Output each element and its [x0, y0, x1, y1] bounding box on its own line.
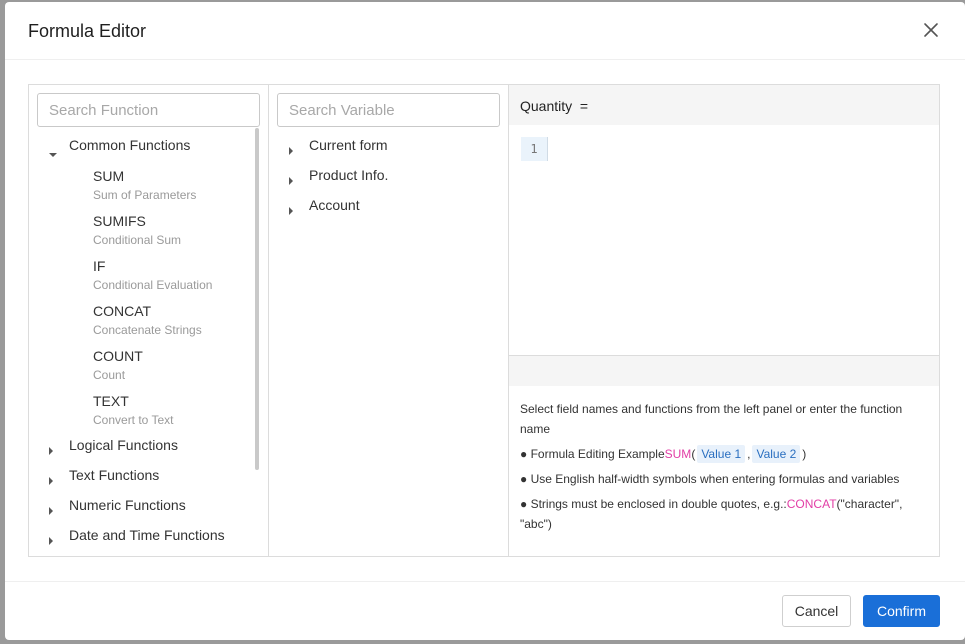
- search-function-input[interactable]: [37, 93, 260, 127]
- function-item-sumifs[interactable]: SUMIFS Conditional Sum: [93, 213, 253, 247]
- chevron-right-icon: [289, 207, 293, 215]
- group-label: Text Functions: [69, 467, 160, 483]
- chevron-down-icon: [49, 153, 57, 157]
- tip-strings-prefix: ● Strings must be enclosed in double quo…: [520, 497, 787, 511]
- example-close-paren: ): [802, 447, 807, 461]
- function-name: IF: [93, 258, 106, 274]
- confirm-button[interactable]: Confirm: [863, 595, 940, 627]
- dialog-header: Formula Editor: [5, 2, 965, 60]
- function-name: SUMIFS: [93, 213, 146, 229]
- group-label: Product Info.: [309, 167, 389, 183]
- dialog-title: Formula Editor: [28, 21, 147, 41]
- function-name: COUNT: [93, 348, 143, 364]
- group-label: Current form: [309, 137, 388, 153]
- formula-panel: Quantity = 1 Select field names and func…: [509, 85, 939, 556]
- variable-group-current-form[interactable]: Current form: [269, 133, 507, 159]
- function-item-concat[interactable]: CONCAT Concatenate Strings: [93, 303, 253, 337]
- chevron-right-icon: [49, 507, 53, 515]
- editor-body: Common Functions SUM Sum of Parameters S…: [28, 84, 940, 557]
- formula-status-strip: [509, 356, 939, 386]
- cancel-button[interactable]: Cancel: [782, 595, 851, 627]
- help-intro: Select field names and functions from th…: [520, 402, 903, 436]
- chevron-right-icon: [289, 147, 293, 155]
- function-item-text[interactable]: TEXT Convert to Text: [93, 393, 253, 427]
- chevron-right-icon: [49, 477, 53, 485]
- formula-help: Select field names and functions from th…: [520, 399, 925, 539]
- function-desc: Sum of Parameters: [93, 188, 197, 202]
- group-label: Date and Time Functions: [69, 527, 225, 543]
- function-desc: Convert to Text: [93, 413, 174, 427]
- formula-code-editor[interactable]: 1: [509, 125, 939, 356]
- group-text-functions[interactable]: Text Functions: [29, 463, 255, 489]
- example-open-paren: (: [691, 447, 696, 461]
- group-label: Common Functions: [69, 137, 191, 153]
- help-example: ● Formula Editing ExampleSUM(Value 1, Val…: [520, 444, 925, 464]
- close-icon[interactable]: [919, 18, 943, 42]
- formula-header: Quantity =: [509, 85, 939, 125]
- group-label: Numeric Functions: [69, 497, 186, 513]
- chevron-right-icon: [289, 177, 293, 185]
- function-item-count[interactable]: COUNT Count: [93, 348, 253, 382]
- function-name: TEXT: [93, 393, 129, 409]
- formula-field-label: Quantity: [520, 98, 573, 114]
- line-number: 1: [521, 137, 548, 161]
- function-desc: Conditional Sum: [93, 233, 182, 247]
- dialog-footer: Cancel Confirm: [5, 581, 965, 640]
- group-label: Account: [309, 197, 360, 213]
- example-variable-chip: Value 1: [697, 445, 746, 463]
- group-label: Logical Functions: [69, 437, 178, 453]
- group-logical-functions[interactable]: Logical Functions: [29, 433, 255, 459]
- function-name: SUM: [93, 168, 125, 184]
- function-item-sum[interactable]: SUM Sum of Parameters: [93, 168, 253, 202]
- variable-group-account[interactable]: Account: [269, 193, 507, 219]
- equals-sign: =: [579, 98, 589, 114]
- help-example-prefix: ● Formula Editing Example: [520, 447, 665, 461]
- group-date-time-functions[interactable]: Date and Time Functions: [29, 523, 255, 549]
- function-desc: Count: [93, 368, 126, 382]
- variables-panel: Current form Product Info. Account: [269, 85, 509, 556]
- variable-group-product-info[interactable]: Product Info.: [269, 163, 507, 189]
- tip-strings-function: CONCAT: [786, 497, 837, 511]
- function-desc: Conditional Evaluation: [93, 278, 213, 292]
- chevron-right-icon: [49, 447, 53, 455]
- group-numeric-functions[interactable]: Numeric Functions: [29, 493, 255, 519]
- chevron-right-icon: [49, 537, 53, 545]
- functions-panel: Common Functions SUM Sum of Parameters S…: [29, 85, 269, 556]
- search-variable-input[interactable]: [277, 93, 500, 127]
- functions-scrollbar[interactable]: [255, 128, 259, 470]
- function-name: CONCAT: [93, 303, 152, 319]
- function-desc: Concatenate Strings: [93, 323, 202, 337]
- formula-field-title: Quantity =: [520, 98, 588, 114]
- help-tip-strings: ● Strings must be enclosed in double quo…: [520, 494, 925, 534]
- group-common-functions[interactable]: Common Functions: [29, 133, 255, 159]
- example-separator: ,: [747, 447, 751, 461]
- formula-editor-dialog: Formula Editor Common Functions SUM Sum …: [5, 2, 965, 640]
- function-item-if[interactable]: IF Conditional Evaluation: [93, 258, 253, 292]
- help-tip-symbols: ● Use English half-width symbols when en…: [520, 472, 900, 486]
- example-function: SUM: [664, 447, 692, 461]
- example-variable-chip: Value 2: [752, 445, 801, 463]
